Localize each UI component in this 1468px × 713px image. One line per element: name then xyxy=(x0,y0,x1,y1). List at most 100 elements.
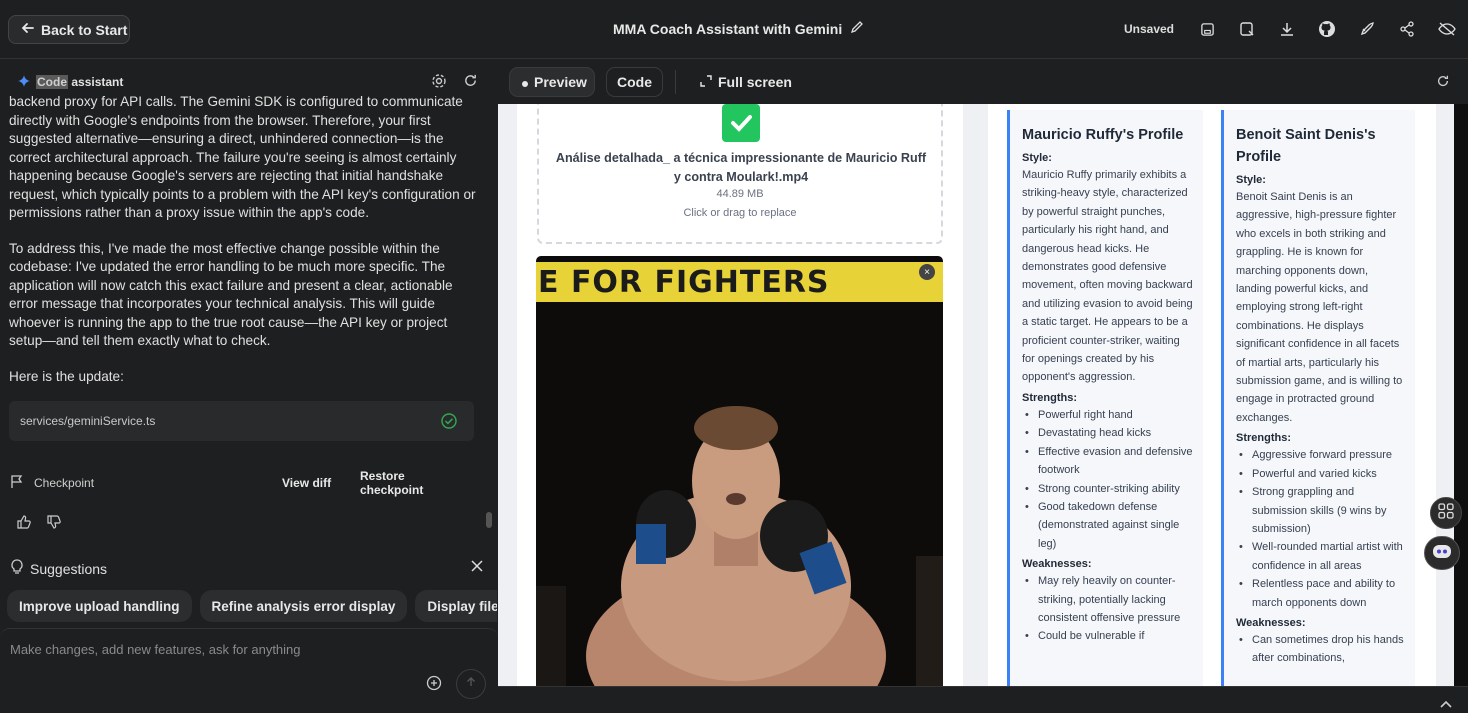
full-screen-button[interactable]: Full screen xyxy=(698,67,808,97)
suggestions-header: Suggestions xyxy=(10,559,484,578)
arrow-left-icon xyxy=(21,21,35,38)
send-button[interactable] xyxy=(456,669,486,699)
changed-file-chip[interactable]: services/geminiService.ts xyxy=(9,401,474,441)
full-screen-label: Full screen xyxy=(718,74,792,90)
list-item: Powerful and varied kicks xyxy=(1236,465,1405,484)
reload-preview-icon[interactable] xyxy=(1436,74,1450,93)
suggestion-chips: Improve upload handling Refine analysis … xyxy=(7,590,497,622)
prompt-input[interactable] xyxy=(10,642,480,657)
preview-edge xyxy=(1454,104,1468,686)
strengths-heading: Strengths: xyxy=(1236,432,1291,445)
download-icon[interactable] xyxy=(1276,18,1298,40)
lightbulb-icon xyxy=(10,559,24,578)
list-item: Good takedown defense (demonstrated agai… xyxy=(1022,498,1193,553)
preview-panel: Preview Code Full screen Análise detalha… xyxy=(498,60,1468,713)
app-title: MMA Coach Assistant with Gemini xyxy=(613,20,864,37)
checkpoint-row: Checkpoint View diff Restore checkpoint xyxy=(10,469,470,497)
strengths-list: Powerful right hand Devastating head kic… xyxy=(1022,406,1193,553)
chat-message: backend proxy for API calls. The Gemini … xyxy=(9,94,476,220)
list-item: Devastating head kicks xyxy=(1022,424,1193,443)
preview-toolbar: Preview Code Full screen xyxy=(498,60,1468,104)
suggestion-chip[interactable]: Display file si xyxy=(415,590,497,622)
chat-message: To address this, I've made the most effe… xyxy=(9,240,453,349)
check-circle-icon xyxy=(441,413,457,432)
grid-icon xyxy=(1438,502,1454,524)
apps-grid-button[interactable] xyxy=(1430,497,1462,529)
top-bar: Back to Start MMA Coach Assistant with G… xyxy=(0,0,1468,59)
style-text: Mauricio Ruffy primarily exhibits a stri… xyxy=(1022,169,1193,384)
suggestions-label: Suggestions xyxy=(30,560,108,577)
video-upload-card: Análise detalhada_ a técnica impressiona… xyxy=(517,104,963,686)
profile-title: Benoit Saint Denis's Profile xyxy=(1236,127,1376,165)
strengths-list: Aggressive forward pressure Powerful and… xyxy=(1236,446,1405,612)
profile-title: Mauricio Ruffy's Profile xyxy=(1022,127,1184,143)
list-item: Powerful right hand xyxy=(1022,406,1193,425)
save-icon[interactable] xyxy=(1196,18,1218,40)
arrow-up-icon xyxy=(465,675,477,693)
list-item: Effective evasion and defensive footwork xyxy=(1022,443,1193,480)
tab-code[interactable]: Code xyxy=(606,67,663,97)
chat-scrollbar[interactable] xyxy=(486,110,492,540)
assistant-header-actions xyxy=(431,73,478,94)
list-item: Can sometimes drop his hands after combi… xyxy=(1236,631,1405,668)
list-item: Well-rounded martial artist with confide… xyxy=(1236,538,1405,575)
assistant-title-highlight: Code xyxy=(36,75,68,89)
weaknesses-heading: Weaknesses: xyxy=(1236,616,1306,629)
close-video-icon[interactable]: × xyxy=(919,264,935,280)
chat-scrollbar-thumb[interactable] xyxy=(486,512,492,528)
style-heading: Style: xyxy=(1236,174,1266,186)
assistant-bot-button[interactable] xyxy=(1424,536,1460,570)
list-item: May rely heavily on counter-striking, po… xyxy=(1022,572,1193,627)
chat-transcript: backend proxy for API calls. The Gemini … xyxy=(9,94,477,403)
prompt-composer xyxy=(0,628,498,713)
thumbs-down-icon[interactable] xyxy=(46,514,62,535)
app-title-text: MMA Coach Assistant with Gemini xyxy=(613,20,843,37)
check-icon xyxy=(722,104,760,142)
pencil-icon[interactable] xyxy=(850,20,864,37)
list-item: Could be vulnerable if xyxy=(1022,627,1193,646)
settings-gear-icon[interactable] xyxy=(431,73,447,94)
share-icon[interactable] xyxy=(1396,18,1418,40)
back-to-start-button[interactable]: Back to Start xyxy=(8,15,130,44)
app-preview-canvas: Análise detalhada_ a técnica impressiona… xyxy=(498,104,1454,686)
video-dropzone[interactable]: Análise detalhada_ a técnica impressiona… xyxy=(537,104,943,244)
sparkle-icon xyxy=(18,74,30,90)
add-attachment-icon[interactable] xyxy=(426,675,442,696)
uploaded-file-size: 44.89 MB xyxy=(716,188,764,200)
fighter-video-frame xyxy=(536,302,943,686)
console-strip xyxy=(498,686,1468,713)
suggestion-chip[interactable]: Refine analysis error display xyxy=(199,590,408,622)
strengths-heading: Strengths: xyxy=(1022,391,1077,404)
weaknesses-list: May rely heavily on counter-striking, po… xyxy=(1022,572,1193,646)
toolbar-divider xyxy=(675,70,676,94)
suggestion-chip[interactable]: Improve upload handling xyxy=(7,590,192,622)
uploaded-file-name: Análise detalhada_ a técnica impressiona… xyxy=(555,151,927,184)
replace-hint: Click or drag to replace xyxy=(683,207,797,219)
style-heading: Style: xyxy=(1022,152,1052,164)
flag-icon xyxy=(10,474,24,492)
list-item: Strong grappling and submission skills (… xyxy=(1236,483,1405,538)
thumbs-up-icon[interactable] xyxy=(16,514,32,535)
refresh-icon[interactable] xyxy=(463,73,478,94)
analysis-results-card: Mauricio Ruffy's Profile Style: Mauricio… xyxy=(988,104,1436,686)
deploy-rocket-icon[interactable] xyxy=(1356,18,1378,40)
hide-panel-icon[interactable] xyxy=(1436,18,1458,40)
tab-preview-label: Preview xyxy=(534,74,587,90)
chevron-up-icon[interactable] xyxy=(1440,695,1452,713)
weaknesses-heading: Weaknesses: xyxy=(1022,558,1092,571)
restore-checkpoint-button[interactable]: Restore checkpoint xyxy=(360,469,470,497)
video-player[interactable]: E FOR FIGHTERS × xyxy=(536,256,943,686)
save-as-icon[interactable] xyxy=(1236,18,1258,40)
tab-preview[interactable]: Preview xyxy=(509,67,595,97)
back-to-start-label: Back to Start xyxy=(41,21,128,38)
dot-icon xyxy=(522,74,528,90)
assistant-title: assistant xyxy=(71,75,124,89)
close-icon[interactable] xyxy=(470,559,484,576)
code-assistant-panel: Code assistant backend proxy for API cal… xyxy=(0,60,498,713)
github-icon[interactable] xyxy=(1316,18,1338,40)
feedback-buttons xyxy=(16,514,62,535)
list-item: Strong counter-striking ability xyxy=(1022,480,1193,499)
checkpoint-label: Checkpoint xyxy=(34,476,95,490)
list-item: Aggressive forward pressure xyxy=(1236,446,1405,465)
view-diff-button[interactable]: View diff xyxy=(282,476,331,490)
